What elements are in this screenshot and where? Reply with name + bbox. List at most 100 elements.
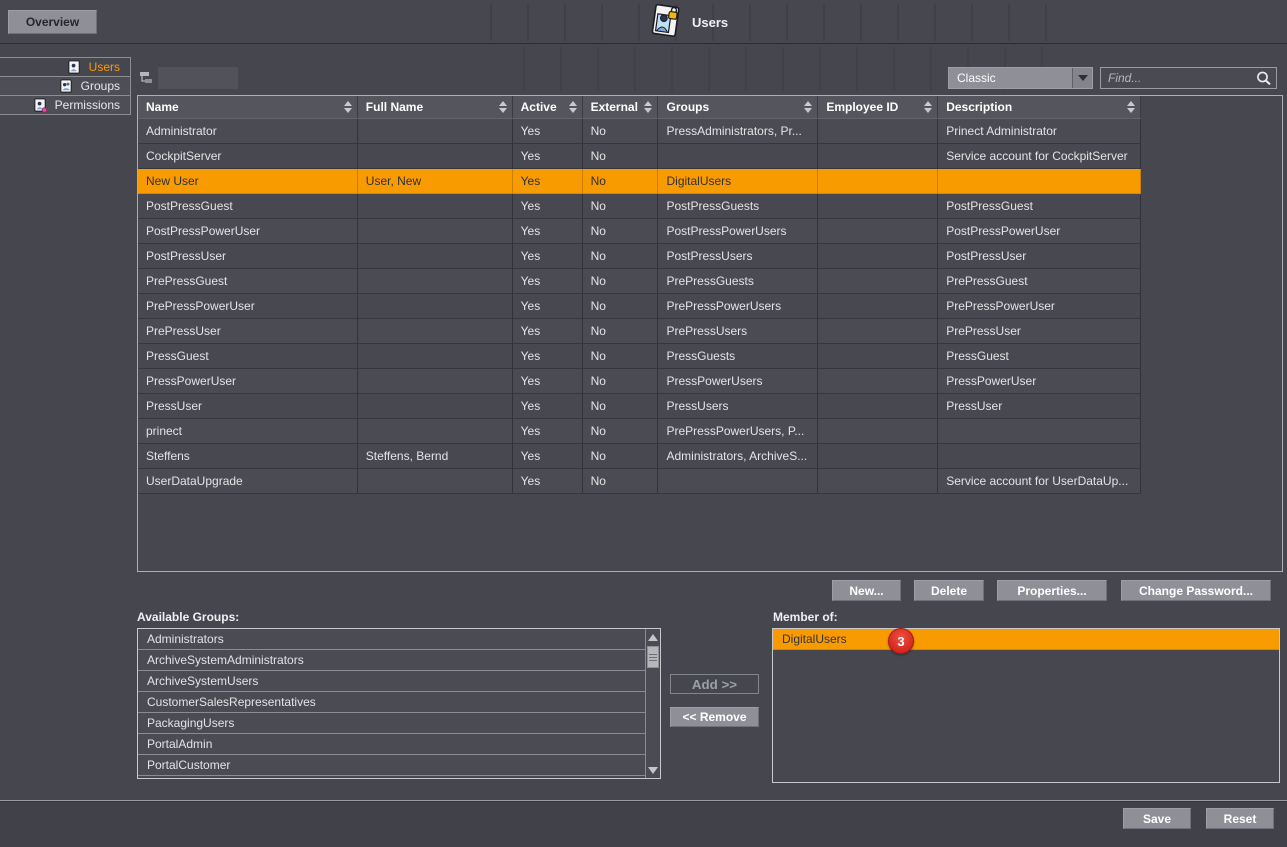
find-field — [1100, 67, 1277, 89]
table-row[interactable]: PressUserYesNoPressUsersPressUser — [138, 394, 1141, 419]
sidebar-item-users[interactable]: Users — [0, 58, 130, 77]
scroll-up-icon[interactable] — [646, 630, 660, 644]
cell-external: No — [583, 344, 659, 369]
cell-groups — [658, 144, 818, 169]
list-item[interactable]: DigitalUsers — [773, 629, 1279, 650]
cell-description: PrePressPowerUser — [938, 294, 1141, 319]
table-row[interactable]: SteffensSteffens, BerndYesNoAdministrato… — [138, 444, 1141, 469]
table-row[interactable]: PostPressUserYesNoPostPressUsersPostPres… — [138, 244, 1141, 269]
table-row[interactable]: PressGuestYesNoPressGuestsPressGuest — [138, 344, 1141, 369]
cell-full_name — [358, 469, 513, 494]
cell-employee_id — [818, 469, 938, 494]
cell-employee_id — [818, 419, 938, 444]
new-user-button[interactable]: New... — [832, 580, 901, 601]
user-card-icon — [67, 60, 82, 75]
table-row[interactable]: PressPowerUserYesNoPressPowerUsersPressP… — [138, 369, 1141, 394]
table-row[interactable]: PostPressPowerUserYesNoPostPressPowerUse… — [138, 219, 1141, 244]
cell-employee_id — [818, 344, 938, 369]
sort-icon — [499, 101, 507, 113]
delete-user-button[interactable]: Delete — [914, 580, 984, 601]
table-row[interactable]: PrePressUserYesNoPrePressUsersPrePressUs… — [138, 319, 1141, 344]
member-of-label: Member of: — [773, 610, 838, 624]
list-item[interactable]: ArchiveSystemAdministrators — [138, 650, 646, 671]
scrollbar-thumb[interactable] — [647, 646, 659, 668]
table-row[interactable]: CockpitServerYesNoService account for Co… — [138, 144, 1141, 169]
cell-active: Yes — [513, 444, 583, 469]
find-input[interactable] — [1101, 71, 1255, 85]
cell-name: PressGuest — [138, 344, 358, 369]
list-item[interactable]: Administrators — [138, 629, 646, 650]
table-row[interactable]: AdministratorYesNoPressAdministrators, P… — [138, 119, 1141, 144]
add-group-button[interactable]: Add >> — [670, 674, 759, 694]
column-header-description[interactable]: Description — [938, 96, 1141, 118]
column-header-employee-id[interactable]: Employee ID — [818, 96, 938, 118]
table-row[interactable]: UserDataUpgradeYesNoService account for … — [138, 469, 1141, 494]
search-icon[interactable] — [1255, 70, 1272, 87]
view-style-dropdown[interactable]: Classic — [948, 67, 1093, 89]
change-password-button[interactable]: Change Password... — [1121, 580, 1271, 601]
table-row[interactable]: prinectYesNoPrePressPowerUsers, P... — [138, 419, 1141, 444]
cell-active: Yes — [513, 169, 583, 194]
list-item[interactable]: PortalAdmin — [138, 734, 646, 755]
cell-employee_id — [818, 369, 938, 394]
cell-active: Yes — [513, 294, 583, 319]
cell-name: PrePressPowerUser — [138, 294, 358, 319]
table-row[interactable]: New UserUser, NewYesNoDigitalUsers — [138, 169, 1141, 194]
cell-description: Prinect Administrator — [938, 119, 1141, 144]
cell-name: UserDataUpgrade — [138, 469, 358, 494]
save-button[interactable]: Save — [1123, 808, 1191, 829]
cell-full_name — [358, 394, 513, 419]
cell-full_name — [358, 119, 513, 144]
table-row[interactable]: PostPressGuestYesNoPostPressGuestsPostPr… — [138, 194, 1141, 219]
cell-active: Yes — [513, 119, 583, 144]
list-item[interactable]: CustomerSalesRepresentatives — [138, 692, 646, 713]
column-header-active[interactable]: Active — [513, 96, 583, 118]
column-header-groups[interactable]: Groups — [658, 96, 818, 118]
column-header-full-name[interactable]: Full Name — [358, 96, 513, 118]
cell-employee_id — [818, 394, 938, 419]
cell-full_name — [358, 194, 513, 219]
sort-icon — [1127, 101, 1135, 113]
app-window: Overview Users — [0, 0, 1287, 847]
cell-external: No — [583, 169, 659, 194]
cell-active: Yes — [513, 319, 583, 344]
scrollbar[interactable] — [645, 629, 660, 778]
cell-groups: PressGuests — [658, 344, 818, 369]
cell-active: Yes — [513, 144, 583, 169]
table-row[interactable]: PrePressGuestYesNoPrePressGuestsPrePress… — [138, 269, 1141, 294]
list-item[interactable]: ArchiveSystemUsers — [138, 671, 646, 692]
quick-filter-input[interactable] — [158, 67, 238, 89]
list-item[interactable]: PackagingUsers — [138, 713, 646, 734]
cell-name: PressUser — [138, 394, 358, 419]
chevron-down-icon[interactable] — [1072, 68, 1092, 88]
reset-button[interactable]: Reset — [1206, 808, 1274, 829]
cell-full_name — [358, 419, 513, 444]
column-header-name[interactable]: Name — [138, 96, 358, 118]
table-body: AdministratorYesNoPressAdministrators, P… — [138, 119, 1282, 494]
properties-button[interactable]: Properties... — [997, 580, 1107, 601]
cell-description: PrePressUser — [938, 319, 1141, 344]
cell-employee_id — [818, 169, 938, 194]
sort-icon — [804, 101, 812, 113]
overview-button[interactable]: Overview — [8, 10, 97, 34]
cell-full_name: Steffens, Bernd — [358, 444, 513, 469]
sidebar-item-permissions[interactable]: Permissions — [0, 96, 130, 115]
table-row[interactable]: PrePressPowerUserYesNoPrePressPowerUsers… — [138, 294, 1141, 319]
cell-full_name — [358, 319, 513, 344]
toolbar-ghost-slots — [455, 4, 1060, 41]
page-title-label: Users — [692, 15, 728, 30]
sidebar-item-label: Users — [89, 60, 120, 74]
cell-name: Steffens — [138, 444, 358, 469]
scroll-down-icon[interactable] — [646, 763, 660, 777]
member-of-list: DigitalUsers — [772, 628, 1280, 783]
cell-groups: PressPowerUsers — [658, 369, 818, 394]
column-header-external[interactable]: External — [583, 96, 659, 118]
cell-description — [938, 169, 1141, 194]
table-header: Name Full Name Active External Groups Em… — [138, 96, 1141, 119]
cell-groups: PrePressGuests — [658, 269, 818, 294]
tree-view-icon[interactable] — [139, 70, 155, 85]
sidebar-item-groups[interactable]: Groups — [0, 77, 130, 96]
remove-group-button[interactable]: << Remove — [670, 707, 759, 727]
list-item[interactable]: PortalCustomer — [138, 755, 646, 776]
cell-active: Yes — [513, 219, 583, 244]
